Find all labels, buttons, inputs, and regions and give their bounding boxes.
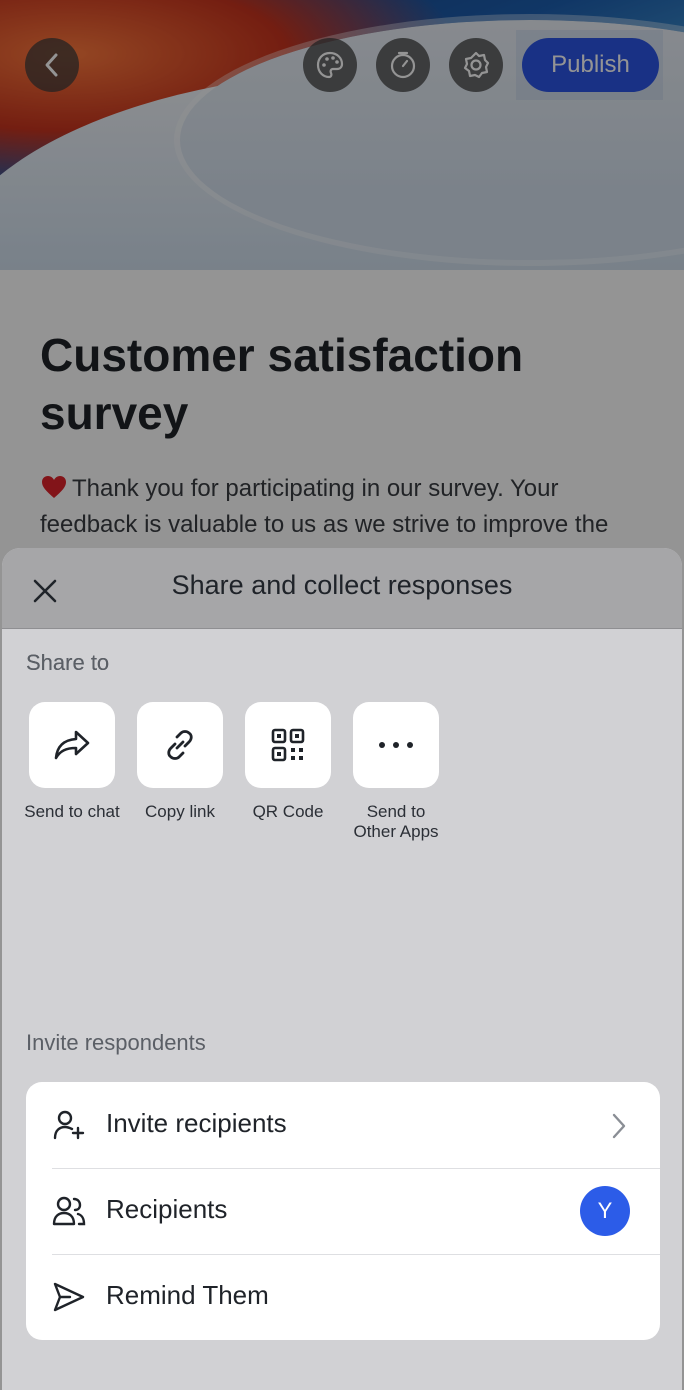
recipients-label: Recipients: [106, 1194, 228, 1224]
invite-card: Invite recipients Recipients Y Remind Th…: [26, 1082, 660, 1340]
share-to-label-visible: Share to: [26, 650, 110, 675]
share-other-apps[interactable]: Send to Other Apps: [342, 702, 450, 842]
recipients-row[interactable]: Recipients Y: [26, 1168, 660, 1254]
add-user-icon: [53, 1110, 85, 1140]
link-icon: [167, 730, 193, 760]
app-screen: Publish Customer satisfaction survey Tha…: [0, 0, 684, 1390]
users-icon: [52, 1196, 86, 1226]
share-tile[interactable]: [29, 702, 115, 788]
share-sheet: Share and collect responses Share to Sha…: [2, 548, 682, 1390]
share-tile[interactable]: [353, 702, 439, 788]
send-icon: [53, 1282, 85, 1312]
remind-them-label: Remind Them: [106, 1280, 269, 1310]
invite-respondents-label: Invite respondents: [26, 1030, 206, 1055]
invite-recipients-label: Invite recipients: [106, 1108, 287, 1138]
qr-code-icon: [271, 728, 305, 762]
share-copy-link[interactable]: Copy link: [126, 702, 234, 822]
close-icon[interactable]: [30, 576, 60, 606]
sheet-title: Share and collect responses: [171, 570, 513, 600]
invite-recipients-row[interactable]: Invite recipients: [26, 1082, 660, 1168]
share-label: Send to Other Apps: [353, 802, 439, 841]
more-icon: [379, 742, 413, 748]
share-tile[interactable]: [245, 702, 331, 788]
share-label: Copy link: [145, 802, 215, 821]
chevron-right-icon: [612, 1113, 626, 1139]
share-qr-code[interactable]: QR Code: [234, 702, 342, 822]
share-tile[interactable]: [137, 702, 223, 788]
share-send-to-chat[interactable]: Send to chat: [18, 702, 126, 822]
share-forward-icon: [54, 730, 90, 760]
avatar[interactable]: Y: [580, 1186, 630, 1236]
remind-them-row[interactable]: Remind Them: [26, 1254, 660, 1340]
share-label: Send to chat: [24, 802, 120, 821]
sheet-header: Share and collect responses: [2, 548, 682, 629]
share-label: QR Code: [252, 802, 324, 821]
